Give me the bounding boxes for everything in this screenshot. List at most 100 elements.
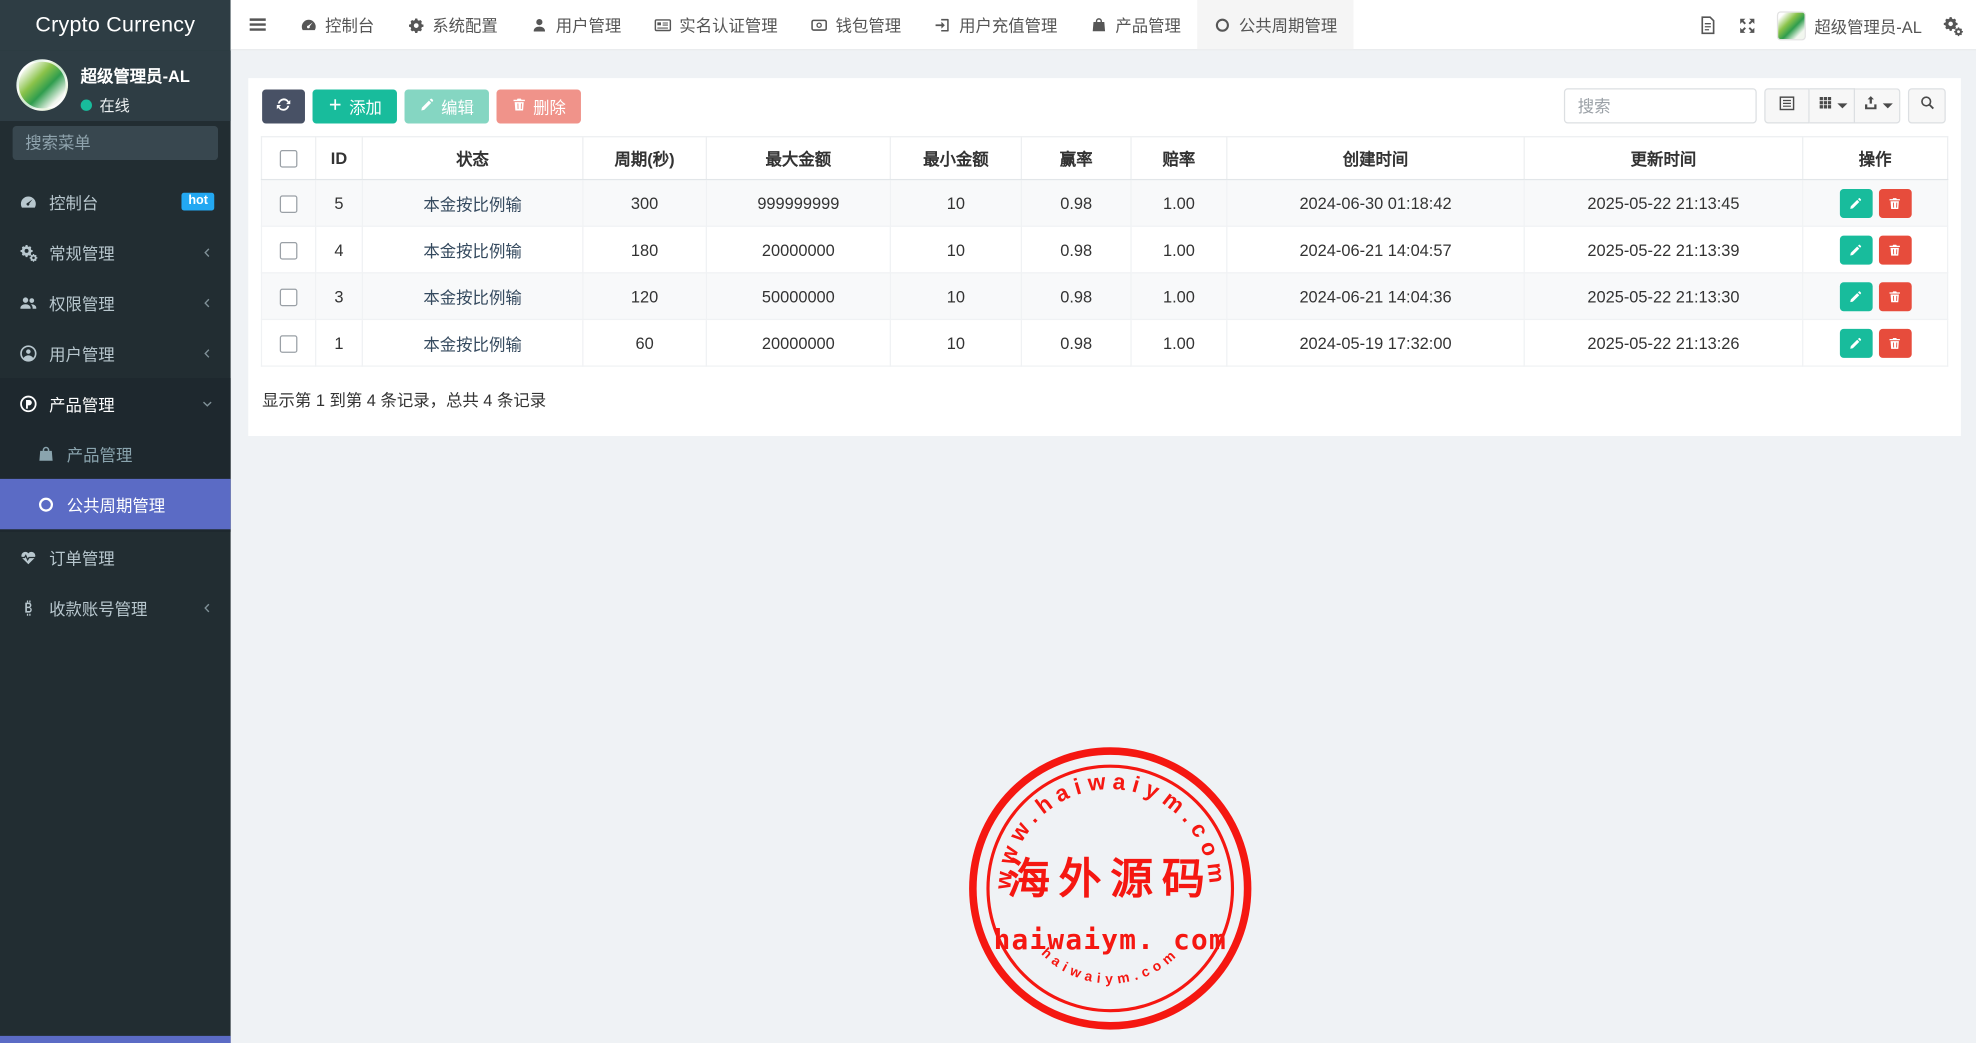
row-delete-button[interactable] bbox=[1878, 282, 1911, 311]
tab-label: 用户管理 bbox=[556, 13, 622, 37]
sidebar-subitem-产品管理[interactable]: 产品管理 bbox=[0, 428, 231, 478]
search-icon bbox=[1919, 95, 1935, 118]
caret-down-icon bbox=[1882, 103, 1892, 108]
delete-button[interactable]: 删除 bbox=[497, 89, 581, 123]
row-edit-button[interactable] bbox=[1839, 235, 1872, 264]
refresh-button[interactable] bbox=[262, 89, 305, 123]
tab-控制台[interactable]: 控制台 bbox=[284, 0, 391, 49]
cell-min_amount: 10 bbox=[890, 180, 1021, 227]
stamp-center-en: haiwaiym. com bbox=[994, 923, 1227, 956]
topbar-tabs: 控制台系统配置 用户管理实名认证管理钱包管理用户充值管理产品管理公共周期管理 bbox=[284, 0, 1354, 49]
cell-min_amount: 10 bbox=[890, 319, 1021, 366]
tab-钱包管理[interactable]: 钱包管理 bbox=[794, 0, 918, 49]
row-checkbox[interactable] bbox=[280, 195, 298, 213]
cell-odds: 1.00 bbox=[1131, 273, 1227, 320]
search-button[interactable] bbox=[1908, 88, 1946, 123]
refresh-icon bbox=[275, 96, 293, 117]
cell-odds: 1.00 bbox=[1131, 226, 1227, 273]
topbar-right: 超级管理员-AL bbox=[1697, 0, 1963, 50]
sidebar-subitem-公共周期管理[interactable]: 公共周期管理 bbox=[0, 479, 231, 529]
cell-odds: 1.00 bbox=[1131, 180, 1227, 227]
col-周期(秒): 周期(秒) bbox=[583, 137, 706, 180]
export-button[interactable] bbox=[1855, 88, 1900, 123]
col-状态: 状态 bbox=[362, 137, 583, 180]
col-创建时间: 创建时间 bbox=[1227, 137, 1524, 180]
cell-updated_at: 2025-05-22 21:13:30 bbox=[1524, 273, 1803, 320]
columns-grid-icon bbox=[1817, 95, 1833, 118]
cell-status: 本金按比例输 bbox=[362, 273, 583, 320]
row-delete-button[interactable] bbox=[1878, 328, 1911, 357]
tab-系统配置[interactable]: 系统配置 bbox=[391, 0, 515, 49]
topbar-user[interactable]: 超级管理员-AL bbox=[1777, 11, 1922, 40]
cell-updated_at: 2025-05-22 21:13:26 bbox=[1524, 319, 1803, 366]
table-search-input[interactable] bbox=[1564, 88, 1757, 123]
sidebar-item-控制台[interactable]: 控制台 hot bbox=[0, 176, 231, 226]
cell-period: 300 bbox=[583, 180, 706, 227]
tab-实名认证管理[interactable]: 实名认证管理 bbox=[638, 0, 794, 49]
cell-created_at: 2024-06-21 14:04:57 bbox=[1227, 226, 1524, 273]
chevron-down-icon bbox=[200, 396, 214, 410]
menu-label: 控制台 bbox=[49, 190, 98, 214]
avatar bbox=[16, 59, 68, 111]
tab-公共周期管理[interactable]: 公共周期管理 bbox=[1197, 0, 1353, 49]
gear-icon bbox=[407, 16, 425, 34]
brand-title: Crypto Currency bbox=[0, 0, 231, 50]
row-edit-button[interactable] bbox=[1839, 328, 1872, 357]
hamburger-menu-icon[interactable] bbox=[231, 0, 284, 49]
row-edit-button[interactable] bbox=[1839, 282, 1872, 311]
select-all-checkbox[interactable] bbox=[280, 150, 298, 168]
col-最小金额: 最小金额 bbox=[890, 137, 1021, 180]
dashboard-icon bbox=[18, 192, 38, 211]
row-delete-button[interactable] bbox=[1878, 188, 1911, 217]
cell-id: 4 bbox=[316, 226, 363, 273]
topbar: 控制台系统配置 用户管理实名认证管理钱包管理用户充值管理产品管理公共周期管理 超级… bbox=[231, 0, 1976, 50]
col-checkbox bbox=[261, 137, 315, 180]
settings-cogs-icon[interactable] bbox=[1942, 14, 1963, 35]
sidebar-item-订单管理[interactable]: 订单管理 bbox=[0, 532, 231, 582]
menu-label: 收款账号管理 bbox=[49, 595, 147, 619]
sign-in-icon bbox=[934, 16, 952, 34]
cell-actions bbox=[1803, 180, 1948, 227]
cell-checkbox bbox=[261, 319, 315, 366]
cell-status: 本金按比例输 bbox=[362, 226, 583, 273]
row-checkbox[interactable] bbox=[280, 335, 298, 353]
columns-button[interactable] bbox=[1810, 88, 1855, 123]
paging-toggle-button[interactable] bbox=[1764, 88, 1809, 123]
table-summary: 显示第 1 到第 4 条记录，总共 4 条记录 bbox=[262, 387, 1961, 411]
table-row: 4本金按比例输18020000000100.981.002024-06-21 1… bbox=[261, 226, 1947, 273]
sidebar-item-常规管理[interactable]: 常规管理 bbox=[0, 227, 231, 277]
sidebar-item-收款账号管理[interactable]: 收款账号管理 bbox=[0, 582, 231, 632]
row-checkbox[interactable] bbox=[280, 242, 298, 260]
cell-actions bbox=[1803, 226, 1948, 273]
col-更新时间: 更新时间 bbox=[1524, 137, 1803, 180]
document-icon[interactable] bbox=[1697, 15, 1717, 35]
hot-badge: hot bbox=[182, 193, 214, 211]
cell-status: 本金按比例输 bbox=[362, 180, 583, 227]
tab-用户管理[interactable]: 用户管理 bbox=[514, 0, 638, 49]
sidebar-search-input[interactable] bbox=[13, 134, 257, 153]
topbar-avatar bbox=[1777, 11, 1806, 40]
tab-用户充值管理[interactable]: 用户充值管理 bbox=[918, 0, 1074, 49]
export-icon bbox=[1862, 95, 1878, 118]
tab-产品管理[interactable]: 产品管理 bbox=[1074, 0, 1198, 49]
svg-text:www.haiwaiym.com: www.haiwaiym.com bbox=[989, 768, 1231, 892]
sidebar-item-产品管理[interactable]: 产品管理 bbox=[0, 378, 231, 428]
cell-created_at: 2024-05-19 17:32:00 bbox=[1227, 319, 1524, 366]
menu-label: 订单管理 bbox=[49, 545, 115, 569]
add-button[interactable]: 添加 bbox=[313, 89, 397, 123]
product-icon bbox=[18, 394, 38, 413]
cell-status: 本金按比例输 bbox=[362, 319, 583, 366]
row-delete-button[interactable] bbox=[1878, 235, 1911, 264]
sidebar-item-权限管理[interactable]: 权限管理 bbox=[0, 277, 231, 327]
fullscreen-icon[interactable] bbox=[1738, 16, 1757, 35]
chevron-left-icon bbox=[200, 296, 214, 310]
cell-period: 180 bbox=[583, 226, 706, 273]
bag-icon bbox=[1090, 16, 1108, 34]
sidebar-item-用户管理[interactable]: 用户管理 bbox=[0, 328, 231, 378]
cell-period: 60 bbox=[583, 319, 706, 366]
edit-button[interactable]: 编辑 bbox=[405, 89, 489, 123]
menu-label: 产品管理 bbox=[49, 391, 115, 415]
bitcoin-icon bbox=[18, 598, 38, 617]
row-edit-button[interactable] bbox=[1839, 188, 1872, 217]
row-checkbox[interactable] bbox=[280, 288, 298, 306]
